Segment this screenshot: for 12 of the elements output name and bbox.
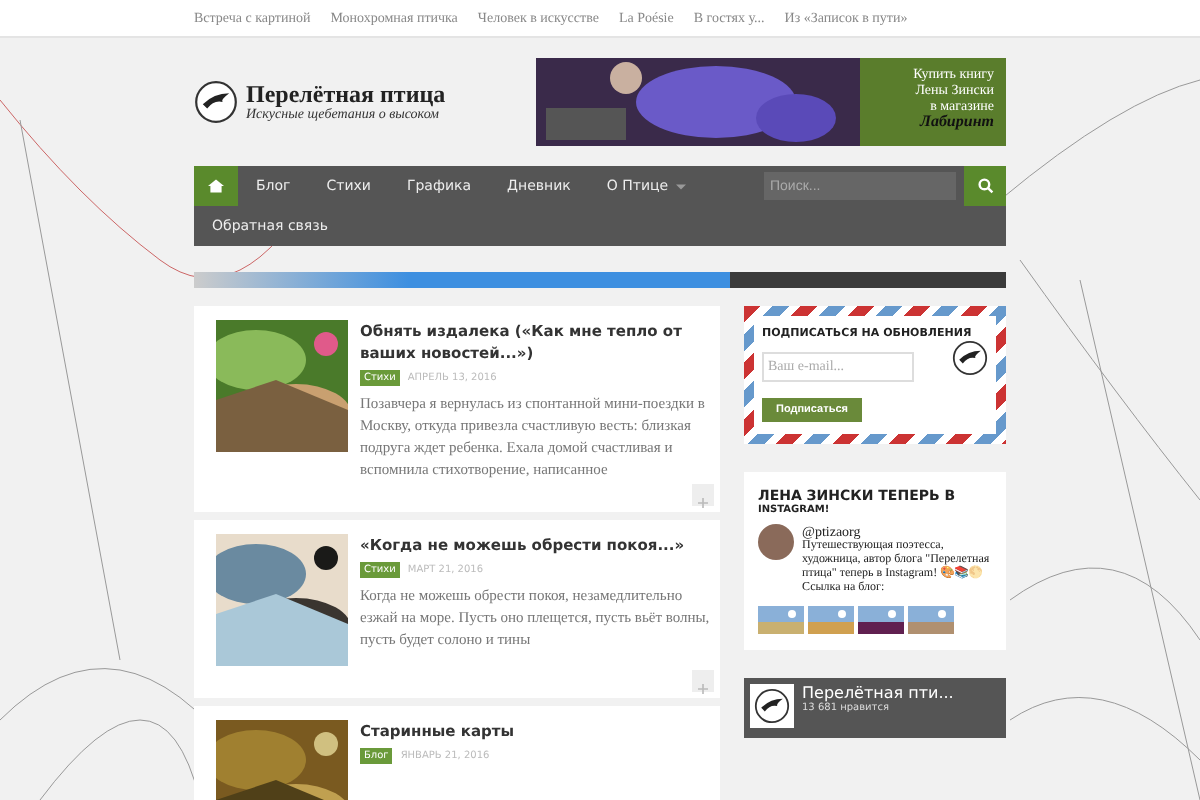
plus-icon — [698, 498, 708, 508]
page-name[interactable]: Перелётная пти... — [802, 683, 954, 701]
avatar — [758, 523, 794, 559]
search-icon — [977, 178, 993, 194]
plus-icon — [698, 684, 708, 694]
site-title[interactable]: Перелётная птица — [246, 82, 446, 106]
swallow-icon — [194, 80, 238, 124]
swallow-icon — [952, 340, 988, 376]
home-icon[interactable] — [194, 166, 238, 206]
search-button[interactable] — [964, 166, 1006, 206]
shop-name: Лабиринт — [917, 114, 994, 130]
swallow-icon — [754, 687, 790, 723]
